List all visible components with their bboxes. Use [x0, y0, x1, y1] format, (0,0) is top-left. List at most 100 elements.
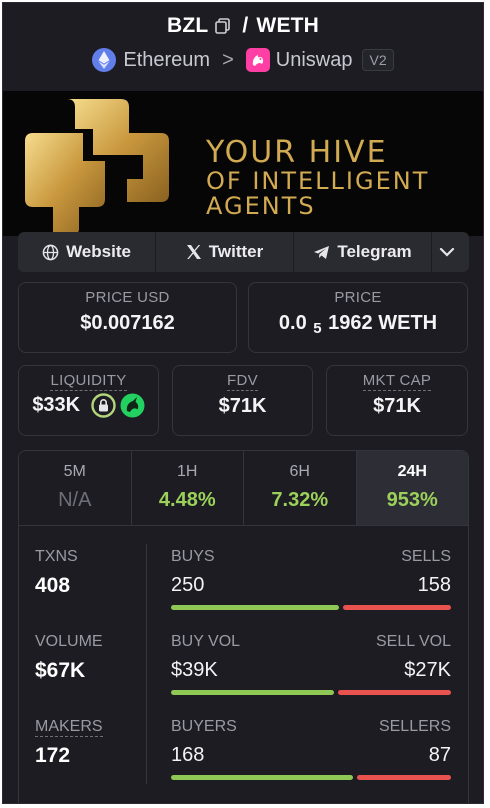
buyers-label: BUYERS: [171, 718, 237, 735]
price-native-digits: 1962 WETH: [328, 312, 438, 334]
dex-link[interactable]: Uniswap: [276, 49, 353, 72]
chain-dex-breadcrumb: Ethereum > Uniswap V2: [3, 48, 483, 72]
tab-change-value: 953%: [386, 489, 438, 511]
tagline-line-2: OF INTELLIGENT: [206, 166, 430, 195]
price-usd-card: PRICE USD $0.007162: [18, 282, 237, 353]
price-native-value: 0.0 5 1962 WETH: [249, 312, 467, 337]
ethereum-icon: [92, 48, 117, 72]
txns-label: TXNS: [35, 548, 78, 565]
pair-title: BZL / WETH: [3, 14, 483, 38]
uniswap-icon: [245, 48, 270, 72]
twitter-link[interactable]: Twitter: [156, 232, 294, 272]
project-logo: [25, 99, 169, 234]
liquidity-value-row: $33K: [19, 393, 158, 418]
tagline-line-1: YOUR HIVE: [206, 135, 388, 170]
globe-icon: [42, 244, 59, 260]
tab-change-value: N/A: [58, 489, 92, 511]
chevron-right-icon: >: [222, 48, 234, 71]
tab-1h[interactable]: 1H 4.48%: [132, 451, 244, 525]
volume-split-row: BUY VOL SELL VOL $39K $27K: [171, 633, 451, 695]
unicorn-icon[interactable]: [120, 393, 145, 418]
liquidity-card: LIQUIDITY $33K: [18, 365, 159, 436]
sell-vol-label: SELL VOL: [375, 633, 451, 650]
copy-icon[interactable]: [214, 17, 232, 35]
buys-sells-ratio-bar: [171, 605, 451, 610]
twitter-label: Twitter: [208, 242, 264, 261]
dex-version-badge: V2: [362, 49, 394, 71]
timeframe-tabs: 5M N/A 1H 4.48% 6H 7.32% 24H 953%: [18, 450, 469, 526]
buy-vol-label: BUY VOL: [171, 633, 241, 650]
buys-label: BUYS: [171, 548, 215, 565]
makers-value: 172: [35, 744, 71, 767]
sells-label: SELLS: [401, 548, 451, 565]
column-divider: [146, 544, 147, 784]
fdv-label: FDV: [227, 372, 258, 391]
tab-24h[interactable]: 24H 953%: [356, 451, 468, 525]
buyers-sellers-row: BUYERS SELLERS 168 87: [171, 718, 451, 780]
volume-stat: VOLUME $67K: [35, 633, 103, 683]
website-label: Website: [66, 242, 131, 261]
telegram-link[interactable]: Telegram: [294, 232, 432, 272]
buy-bar-segment: [171, 690, 334, 695]
sellers-value: 87: [428, 744, 451, 766]
market-cap-card: MKT CAP $71K: [326, 365, 468, 436]
volume-value: $67K: [35, 659, 86, 682]
buy-bar-segment: [171, 775, 353, 780]
volume-label: VOLUME: [35, 633, 103, 650]
buyers-value: 168: [171, 744, 205, 766]
liquidity-label: LIQUIDITY: [50, 372, 127, 391]
quote-token: WETH: [256, 14, 320, 37]
chevron-down-icon: [439, 247, 455, 257]
price-usd-value: $0.007162: [80, 312, 175, 334]
volume-ratio-bar: [171, 690, 451, 695]
telegram-label: Telegram: [337, 242, 412, 261]
tab-change-value: 7.32%: [271, 489, 329, 511]
fdv-card: FDV $71K: [172, 365, 313, 436]
more-links-button[interactable]: [432, 232, 469, 272]
sell-bar-segment: [338, 690, 451, 695]
base-token: BZL: [166, 14, 209, 37]
banner-tagline: YOUR HIVE OF INTELLIGENT AGENTS: [206, 137, 429, 219]
price-native-zero-count: 5: [313, 320, 322, 337]
buy-vol-value: $39K: [171, 659, 218, 681]
x-icon: [186, 245, 201, 259]
price-usd-label: PRICE USD: [85, 289, 170, 306]
tab-6h[interactable]: 6H 7.32%: [244, 451, 357, 525]
buyers-ratio-bar: [171, 775, 451, 780]
buy-bar-segment: [171, 605, 339, 610]
tab-label: 24H: [397, 463, 427, 480]
price-native-label: PRICE: [334, 289, 382, 306]
sell-vol-value: $27K: [404, 659, 451, 681]
makers-stat: MAKERS 172: [35, 718, 103, 768]
chain-link[interactable]: Ethereum: [123, 49, 210, 72]
telegram-icon: [314, 245, 330, 259]
txns-value: 408: [35, 574, 71, 597]
tab-label: 5M: [63, 463, 86, 480]
buys-value: 250: [171, 574, 205, 596]
social-links-bar: Website Twitter Telegram: [18, 232, 469, 272]
pair-separator: /: [242, 14, 249, 37]
sellers-label: SELLERS: [378, 718, 451, 735]
lock-icon[interactable]: [90, 393, 116, 418]
tab-5m[interactable]: 5M N/A: [19, 451, 132, 525]
sell-bar-segment: [357, 775, 451, 780]
pair-info-panel: BZL / WETH Ethereum > Uniswap V2 YOUR HI…: [2, 2, 484, 804]
tab-change-value: 4.48%: [158, 489, 216, 511]
makers-label: MAKERS: [35, 718, 103, 737]
sells-value: 158: [417, 574, 451, 596]
price-native-prefix: 0.0: [278, 312, 307, 334]
tagline-line-3: AGENTS: [206, 191, 316, 220]
website-link[interactable]: Website: [18, 232, 156, 272]
txns-stat: TXNS 408: [35, 548, 78, 598]
tab-label: 1H: [177, 463, 198, 480]
liquidity-value: $33K: [32, 393, 81, 416]
market-cap-value: $71K: [373, 395, 421, 417]
tab-label: 6H: [289, 463, 310, 480]
market-cap-label: MKT CAP: [362, 372, 432, 391]
fdv-value: $71K: [218, 395, 267, 417]
trade-stats: TXNS 408 VOLUME $67K MAKERS 172 BUYS SEL…: [18, 526, 469, 803]
buys-sells-row: BUYS SELLS 250 158: [171, 548, 451, 610]
price-native-card: PRICE 0.0 5 1962 WETH: [248, 282, 468, 353]
project-banner: YOUR HIVE OF INTELLIGENT AGENTS: [3, 91, 483, 236]
sell-bar-segment: [343, 605, 451, 610]
